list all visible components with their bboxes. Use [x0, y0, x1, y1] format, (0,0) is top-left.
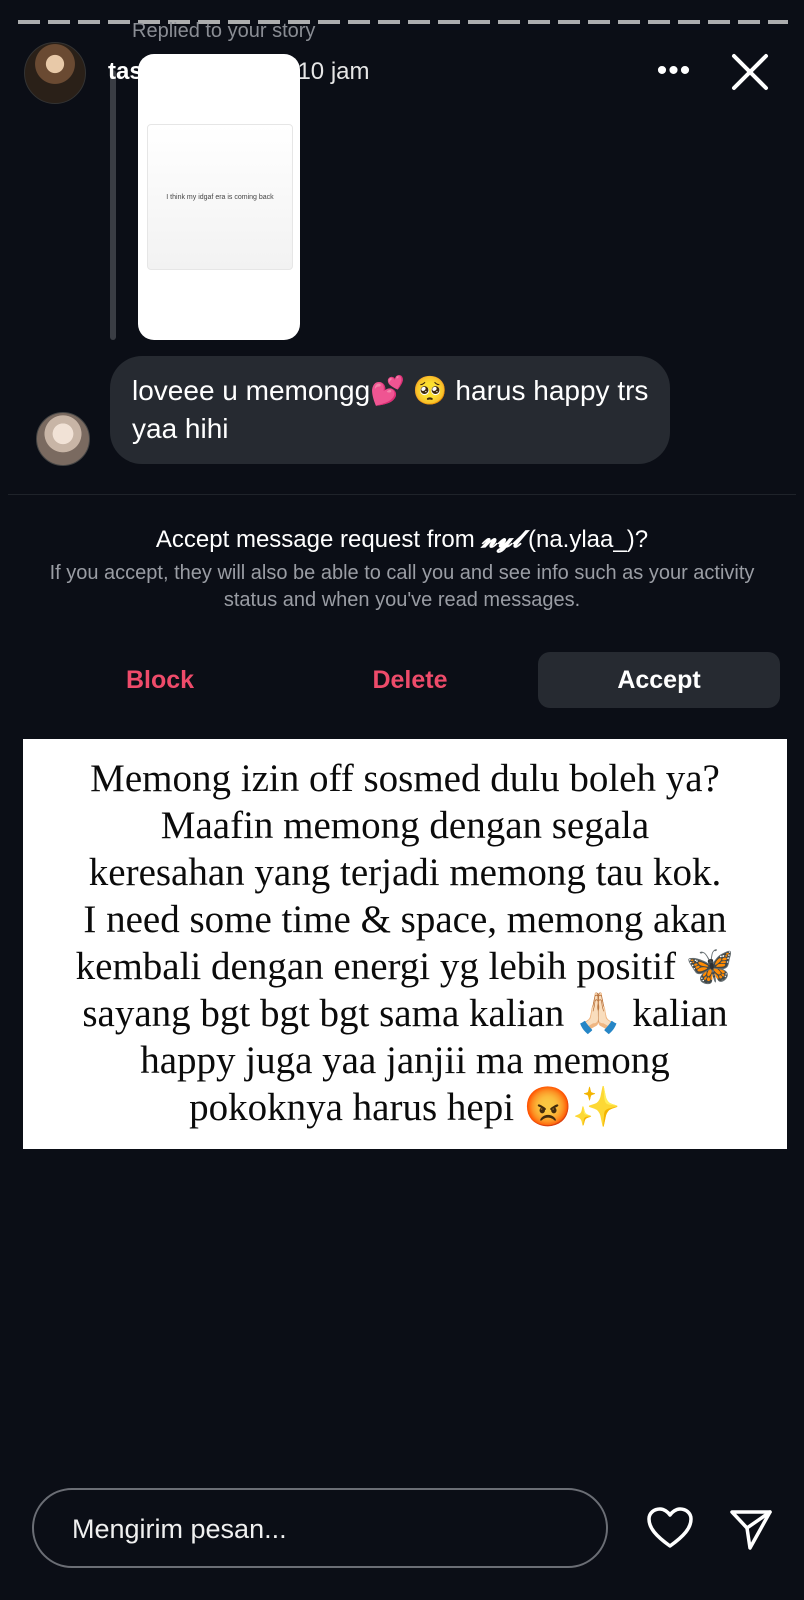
story-thumbnail-card: I think my idgaf era is coming back	[147, 124, 293, 270]
message-text: loveee u memongg💕 🥺 harus happy trs yaa …	[132, 375, 649, 444]
request-display-name: 𝓷𝔂𝓵	[481, 524, 522, 553]
reply-label: Replied to your story	[132, 20, 316, 42]
request-title-prefix: Accept message request from	[155, 526, 482, 553]
story-text-line: I need some time & space, memong akan	[83, 898, 727, 941]
delete-button[interactable]: Delete	[290, 652, 530, 708]
message-input-placeholder: Mengirim pesan...	[72, 1514, 287, 1544]
story-timestamp: 10 jam	[297, 58, 370, 85]
story-author-avatar[interactable]	[24, 42, 86, 104]
sender-avatar[interactable]	[36, 412, 90, 466]
request-title-suffix: (na.ylaa_)?	[521, 526, 649, 553]
story-text-card: Memong izin off sosmed dulu boleh ya? Ma…	[23, 739, 787, 1149]
more-options-icon[interactable]: •••	[656, 56, 692, 88]
story-text-line: Maafin memong dengan segala	[160, 804, 650, 847]
story-text-line: kembali dengan energi yg lebih positif 🦋	[75, 945, 735, 988]
story-text-line: Memong izin off sosmed dulu boleh ya?	[90, 757, 720, 800]
story-text-line: pokoknya harus hepi 😡✨	[189, 1086, 621, 1129]
story-thumbnail-text: I think my idgaf era is coming back	[166, 193, 274, 201]
heart-icon[interactable]	[646, 1506, 694, 1550]
story-text-line: keresahan yang terjadi memong tau kok.	[88, 851, 722, 894]
message-request-description: If you accept, they will also be able to…	[49, 562, 755, 611]
message-request-title: Accept message request from 𝓷𝔂𝓵 (na.ylaa…	[0, 524, 804, 554]
story-text-line: sayang bgt bgt bgt sama kalian 🙏🏻 kalian	[82, 992, 728, 1035]
reply-indicator-line	[110, 70, 116, 340]
story-text-line: happy juga yaa janjii ma memong	[140, 1039, 670, 1082]
send-icon[interactable]	[728, 1506, 774, 1552]
close-icon[interactable]	[728, 50, 772, 94]
accept-button[interactable]: Accept	[538, 652, 780, 708]
divider	[8, 494, 796, 495]
block-button[interactable]: Block	[40, 652, 280, 708]
replied-story-thumbnail[interactable]: I think my idgaf era is coming back	[138, 54, 300, 340]
